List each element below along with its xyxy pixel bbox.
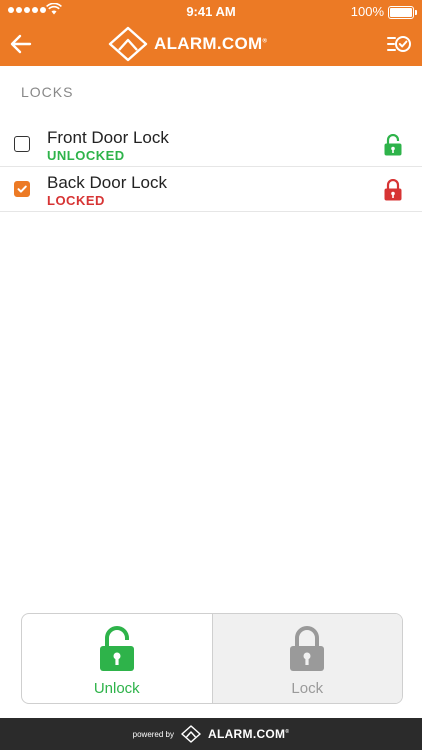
- brand-name: ALARM.COM®: [154, 34, 268, 53]
- locked-padlock-icon: [384, 179, 402, 201]
- task-list-icon[interactable]: [386, 31, 412, 57]
- checkbox-icon[interactable]: [14, 136, 30, 152]
- lock-list: Front Door Lock UNLOCKED Back Door Lock …: [0, 122, 422, 212]
- battery-icon: [388, 6, 417, 19]
- lock-button[interactable]: Lock: [211, 614, 402, 703]
- unlock-padlock-icon: [99, 626, 134, 671]
- lock-action-bar: Unlock Lock: [21, 613, 403, 704]
- section-title: LOCKS: [21, 84, 74, 100]
- list-item-front-door-lock[interactable]: Front Door Lock UNLOCKED: [0, 122, 422, 167]
- unlocked-padlock-icon: [384, 134, 402, 156]
- lock-name: Front Door Lock: [47, 128, 169, 147]
- lock-status: LOCKED: [47, 193, 105, 208]
- list-item-back-door-lock[interactable]: Back Door Lock LOCKED: [0, 167, 422, 212]
- status-bar: 9:41 AM 100%: [0, 0, 422, 22]
- lock-label: Lock: [291, 680, 324, 697]
- lock-padlock-icon: [290, 626, 325, 671]
- lock-name: Back Door Lock: [47, 173, 167, 192]
- footer-brand: ALARM.COM®: [208, 727, 290, 741]
- unlock-label: Unlock: [93, 680, 140, 697]
- nav-bar: ALARM.COM®: [0, 22, 422, 66]
- powered-by-text: powered by: [132, 729, 174, 739]
- footer: powered by ALARM.COM®: [0, 718, 422, 750]
- alarm-logo-icon: [181, 725, 201, 743]
- alarm-logo-icon: [108, 26, 148, 62]
- lock-status: UNLOCKED: [47, 148, 125, 163]
- checkbox-checked-icon[interactable]: [14, 181, 30, 197]
- brand-logo: ALARM.COM®: [108, 26, 267, 62]
- top-bar: 9:41 AM 100% ALARM.COM®: [0, 0, 422, 66]
- back-arrow-icon[interactable]: [8, 31, 34, 57]
- battery-percent: 100%: [350, 4, 384, 19]
- unlock-button[interactable]: Unlock: [22, 614, 212, 703]
